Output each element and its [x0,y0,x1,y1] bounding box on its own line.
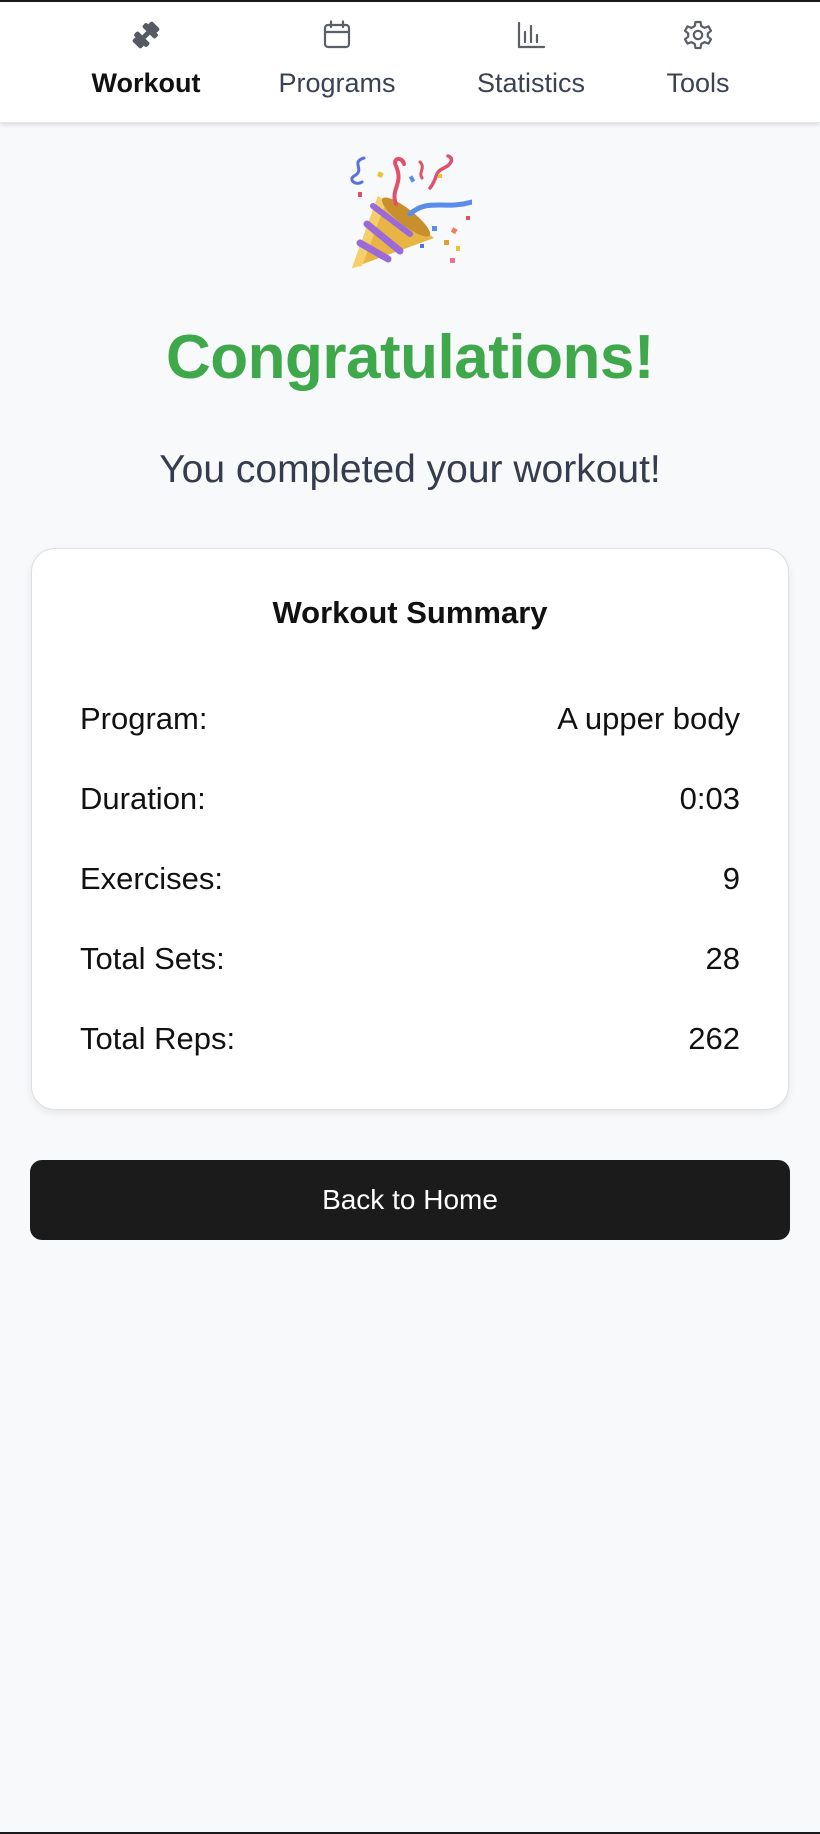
summary-label: Total Sets: [80,941,225,976]
summary-label: Duration: [80,781,206,816]
summary-value: 262 [688,1021,740,1056]
summary-title: Workout Summary [272,595,548,630]
dumbbell-icon [129,18,163,52]
summary-label: Exercises: [80,861,223,896]
summary-row-duration: Duration: 0:03 [80,779,740,819]
nav-item-workout[interactable]: Workout [86,2,206,122]
gear-icon [681,18,715,52]
summary-row-total-reps: Total Reps: 262 [80,1019,740,1059]
nav-item-label: Workout [91,68,201,98]
summary-value: 9 [722,861,740,896]
top-navigation: Workout Programs Statistics Tools [0,2,820,123]
calendar-icon [320,18,354,52]
summary-label: Program: [80,701,208,736]
nav-item-statistics[interactable]: Statistics [466,2,596,122]
party-popper-icon [348,154,475,278]
nav-item-programs[interactable]: Programs [270,2,404,122]
summary-value: A upper body [557,701,740,736]
bar-chart-icon [514,18,548,52]
congratulations-title: Congratulations! [166,323,654,392]
summary-value: 28 [705,941,740,976]
workout-summary-card: Workout Summary Program: A upper body Du… [31,548,789,1110]
summary-label: Total Reps: [80,1021,236,1056]
summary-row-exercises: Exercises: 9 [80,859,740,899]
nav-item-label: Programs [278,68,396,98]
nav-item-label: Tools [666,68,730,98]
summary-row-total-sets: Total Sets: 28 [80,939,740,979]
completion-subtitle: You completed your workout! [159,448,661,491]
back-to-home-button[interactable]: Back to Home [30,1160,790,1240]
nav-item-label: Statistics [476,68,586,98]
summary-value: 0:03 [679,781,740,816]
nav-item-tools[interactable]: Tools [651,2,745,122]
summary-row-program: Program: A upper body [80,699,740,739]
